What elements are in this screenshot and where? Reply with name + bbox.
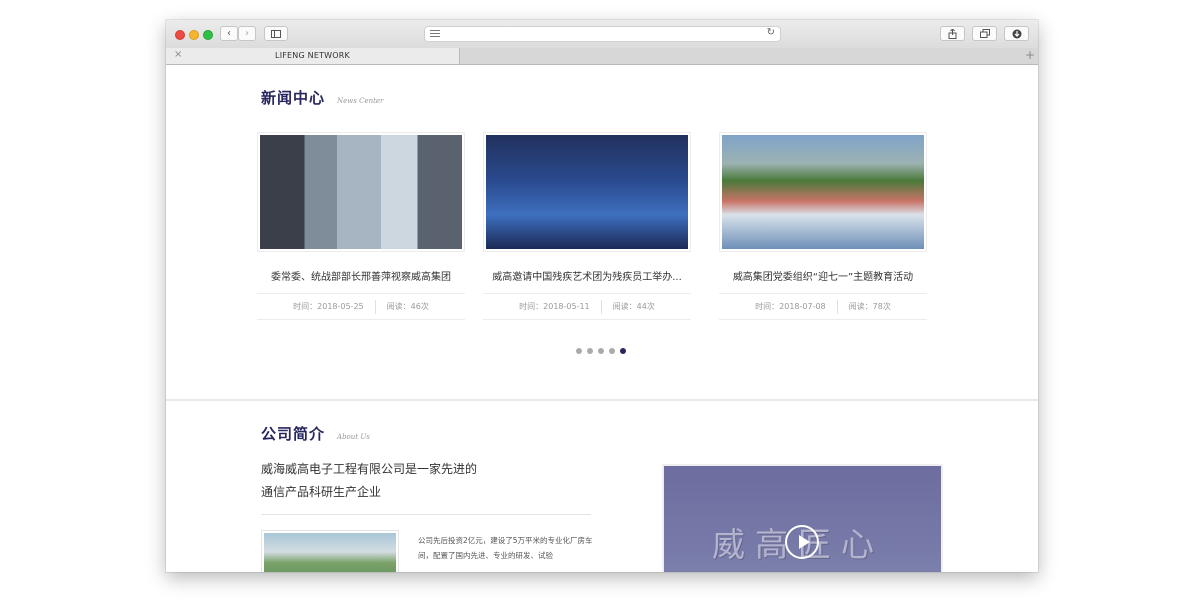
sidebar-button[interactable] [264, 26, 288, 41]
tabs-icon [979, 29, 990, 38]
page-content: 新闻中心 News Center 委常委、统战部部长邢善萍视察威高集团 时间：2… [166, 65, 1038, 572]
about-title-en: About Us [337, 433, 370, 441]
news-card-title[interactable]: 委常委、统战部部长邢善萍视察威高集团 [257, 268, 465, 281]
zoom-window-button[interactable] [203, 30, 213, 40]
tab-bar: × LIFENG NETWORK + [166, 48, 1038, 65]
chevron-right-icon: › [245, 28, 249, 39]
news-card-date: 时间：2018-05-25 [293, 302, 364, 311]
news-card-date: 时间：2018-07-08 [755, 302, 826, 311]
downloads-button[interactable] [1004, 26, 1029, 41]
chevron-left-icon: ‹ [227, 28, 231, 39]
news-title-en: News Center [337, 97, 384, 105]
tabs-overview-button[interactable] [972, 26, 997, 41]
news-card-meta: 时间：2018-05-25 阅读：46次 [257, 293, 465, 320]
news-card-views: 阅读：78次 [848, 302, 891, 311]
browser-window: ‹ › ↻ × LIFENG NETWORK + 新闻中心 News Cente… [166, 20, 1038, 572]
news-card-title[interactable]: 威高集团党委组织“迎七一”主题教育活动 [719, 268, 927, 281]
about-title-cn: 公司简介 [261, 425, 326, 443]
company-video[interactable]: 威高匠心 [662, 464, 943, 572]
play-icon[interactable] [785, 525, 819, 559]
section-divider [166, 399, 1038, 401]
pager-dot-active[interactable] [620, 348, 626, 354]
tab-lifeng-network[interactable]: × LIFENG NETWORK [166, 48, 460, 64]
about-headline-line-1: 威海威高电子工程有限公司是一家先进的 [261, 462, 478, 476]
new-tab-button[interactable]: + [1025, 48, 1035, 62]
pager-dot[interactable] [598, 348, 604, 354]
about-divider [261, 514, 591, 515]
sidebar-icon [271, 29, 281, 38]
factory-image [261, 530, 399, 572]
back-button[interactable]: ‹ [220, 26, 238, 41]
forward-button[interactable]: › [238, 26, 256, 41]
news-card-title[interactable]: 威高邀请中国残疾艺术团为残疾员工举办... [483, 268, 691, 281]
pager-dot[interactable] [576, 348, 582, 354]
news-card-image[interactable] [257, 132, 465, 252]
news-card-meta: 时间：2018-07-08 阅读：78次 [719, 293, 927, 320]
news-title-cn: 新闻中心 [261, 89, 326, 107]
news-section-title: 新闻中心 News Center [261, 87, 383, 108]
reload-icon[interactable]: ↻ [767, 27, 775, 38]
news-card-views: 阅读：46次 [386, 302, 429, 311]
about-headline: 威海威高电子工程有限公司是一家先进的 通信产品科研生产企业 [261, 458, 477, 504]
about-headline-line-2: 通信产品科研生产企业 [261, 485, 382, 499]
news-card-date: 时间：2018-05-11 [519, 302, 590, 311]
browser-toolbar: ‹ › ↻ [166, 20, 1038, 49]
news-card-views: 阅读：44次 [612, 302, 655, 311]
about-section-title: 公司简介 About Us [261, 423, 370, 444]
share-icon [948, 28, 957, 39]
address-bar[interactable]: ↻ [424, 26, 781, 42]
news-card-image[interactable] [483, 132, 691, 252]
tab-title: LIFENG NETWORK [275, 51, 350, 60]
close-window-button[interactable] [175, 30, 185, 40]
minimize-window-button[interactable] [189, 30, 199, 40]
pager-dot[interactable] [609, 348, 615, 354]
reader-icon[interactable] [430, 30, 440, 39]
share-button[interactable] [940, 26, 965, 41]
news-card[interactable]: 威高邀请中国残疾艺术团为残疾员工举办... 时间：2018-05-11 阅读：4… [483, 132, 691, 320]
carousel-pager [576, 348, 631, 354]
download-icon [1012, 29, 1021, 38]
news-card[interactable]: 委常委、统战部部长邢善萍视察威高集团 时间：2018-05-25 阅读：46次 [257, 132, 465, 320]
about-body-text: 公司先后投资2亿元，建设了5万平米的专业化厂房车间，配置了国内先进、专业的研发、… [418, 536, 593, 560]
news-card[interactable]: 威高集团党委组织“迎七一”主题教育活动 时间：2018-07-08 阅读：78次 [719, 132, 927, 320]
pager-dot[interactable] [587, 348, 593, 354]
news-card-image[interactable] [719, 132, 927, 252]
news-card-meta: 时间：2018-05-11 阅读：44次 [483, 293, 691, 320]
